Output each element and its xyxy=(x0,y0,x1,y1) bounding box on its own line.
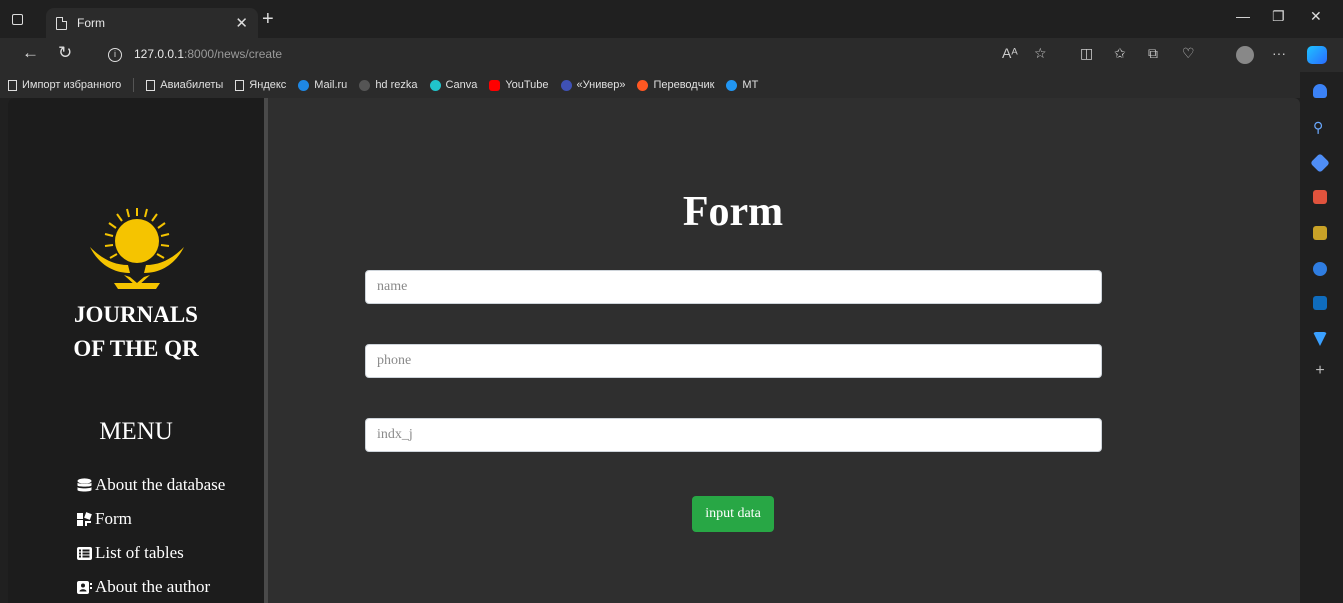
browser-tab-strip: Form ✕ + — ❐ ✕ xyxy=(0,0,1343,38)
site-brand: JOURNALS OF THE QR xyxy=(8,298,264,366)
translator-icon xyxy=(637,79,649,91)
microsoft-365-icon[interactable] xyxy=(1313,262,1327,276)
database-icon xyxy=(77,477,92,491)
profile-avatar[interactable] xyxy=(1236,46,1254,64)
address-bar[interactable]: 127.0.0.1:8000/news/create xyxy=(134,47,282,61)
favorite-univer[interactable]: «Универ» xyxy=(560,79,625,91)
hdrezka-icon xyxy=(359,79,371,91)
close-tab-icon[interactable]: ✕ xyxy=(235,14,248,32)
favorite-aviabilety[interactable]: Авиабилеты xyxy=(146,79,223,91)
address-card-icon xyxy=(77,580,92,594)
tab-title: Form xyxy=(77,16,105,30)
copilot-icon[interactable] xyxy=(1307,46,1327,64)
drop-icon[interactable] xyxy=(1313,332,1327,346)
favorites-separator xyxy=(133,78,135,92)
sidebar-divider xyxy=(264,98,268,603)
tools-icon[interactable] xyxy=(1313,190,1327,204)
split-screen-icon[interactable]: ◫ xyxy=(1080,45,1093,62)
menu-heading: MENU xyxy=(99,418,173,445)
brand-line-2: OF THE QR xyxy=(73,336,199,361)
univer-icon xyxy=(560,79,572,91)
page-icon xyxy=(235,79,245,91)
index-journal-input[interactable] xyxy=(365,418,1102,452)
favorites-bar: Импорт избранного Авиабилеты Яндекс Mail… xyxy=(0,72,1300,98)
add-sidebar-app-icon[interactable]: + xyxy=(1313,363,1327,379)
site-sidebar: JOURNALS OF THE QR MENU About the databa… xyxy=(8,98,264,603)
menu-item-about-author[interactable]: About the author xyxy=(76,570,225,603)
favorite-canva[interactable]: Canva xyxy=(429,79,477,91)
menu-item-about-database[interactable]: About the database xyxy=(76,468,225,502)
form-icon xyxy=(77,511,92,526)
tab-actions-icon[interactable] xyxy=(6,9,28,29)
favorite-star-icon[interactable]: ☆ xyxy=(1034,45,1047,62)
search-icon[interactable]: ⚲ xyxy=(1313,120,1327,134)
site-info-icon[interactable]: i xyxy=(108,48,122,62)
page-title: Form xyxy=(682,189,784,235)
new-tab-icon[interactable]: + xyxy=(262,8,274,31)
reload-icon[interactable]: ↻ xyxy=(58,43,72,63)
mt-icon xyxy=(726,79,738,91)
browser-tab-form[interactable]: Form ✕ xyxy=(46,8,258,38)
minimize-icon[interactable]: — xyxy=(1236,8,1250,24)
favorites-icon[interactable]: ✩ xyxy=(1114,45,1126,62)
favorite-mailru[interactable]: Mail.ru xyxy=(298,79,347,91)
read-aloud-icon[interactable]: A͏ᴬ xyxy=(1002,45,1018,61)
menu-item-label: About the database xyxy=(95,475,226,494)
menu-item-label: Form xyxy=(95,509,132,528)
kazakhstan-emblem-logo xyxy=(90,208,184,289)
favorite-youtube[interactable]: YouTube xyxy=(489,79,549,91)
name-input[interactable] xyxy=(365,270,1102,304)
page-icon xyxy=(56,16,67,30)
favorite-hdrezka[interactable]: hd rezka xyxy=(359,79,418,91)
input-data-button[interactable]: input data xyxy=(692,496,774,532)
address-toolbar: ← ↻ i 127.0.0.1:8000/news/create A͏ᴬ ☆ ◫… xyxy=(0,38,1343,72)
page-icon xyxy=(146,79,156,91)
favorite-mt[interactable]: MT xyxy=(726,79,758,91)
restore-icon[interactable]: ❐ xyxy=(1272,8,1285,25)
notifications-icon[interactable] xyxy=(1313,84,1327,98)
url-host: 127.0.0.1 xyxy=(134,47,185,61)
sidebar-menu: About the database Form List of tables A… xyxy=(76,468,225,603)
phone-input[interactable] xyxy=(365,344,1102,378)
mailru-icon xyxy=(298,79,310,91)
menu-item-form[interactable]: Form xyxy=(76,502,225,536)
back-icon[interactable]: ← xyxy=(22,43,39,63)
table-list-icon xyxy=(77,546,92,560)
menu-item-list-of-tables[interactable]: List of tables xyxy=(76,536,225,570)
menu-item-label: About the author xyxy=(95,577,211,596)
youtube-icon xyxy=(489,79,501,91)
outlook-icon[interactable] xyxy=(1313,296,1327,310)
games-icon[interactable] xyxy=(1313,226,1327,240)
edge-sidebar: ⚲ + xyxy=(1300,72,1343,603)
browser-essentials-icon[interactable]: ♡ xyxy=(1182,45,1195,62)
canva-icon xyxy=(429,79,441,91)
close-window-icon[interactable]: ✕ xyxy=(1310,8,1322,25)
brand-line-1: JOURNALS xyxy=(74,302,198,327)
page-viewport: JOURNALS OF THE QR MENU About the databa… xyxy=(8,98,1300,603)
favorite-yandex[interactable]: Яндекс xyxy=(235,79,286,91)
favorite-import[interactable]: Импорт избранного xyxy=(8,79,121,91)
url-path: :8000/news/create xyxy=(184,47,283,61)
favorite-translator[interactable]: Переводчик xyxy=(637,79,714,91)
import-icon xyxy=(8,79,17,91)
collections-icon[interactable]: ⧉ xyxy=(1148,45,1158,62)
menu-item-label: List of tables xyxy=(95,543,184,562)
shopping-tag-icon[interactable] xyxy=(1310,153,1330,173)
more-menu-icon[interactable]: ··· xyxy=(1272,45,1286,61)
